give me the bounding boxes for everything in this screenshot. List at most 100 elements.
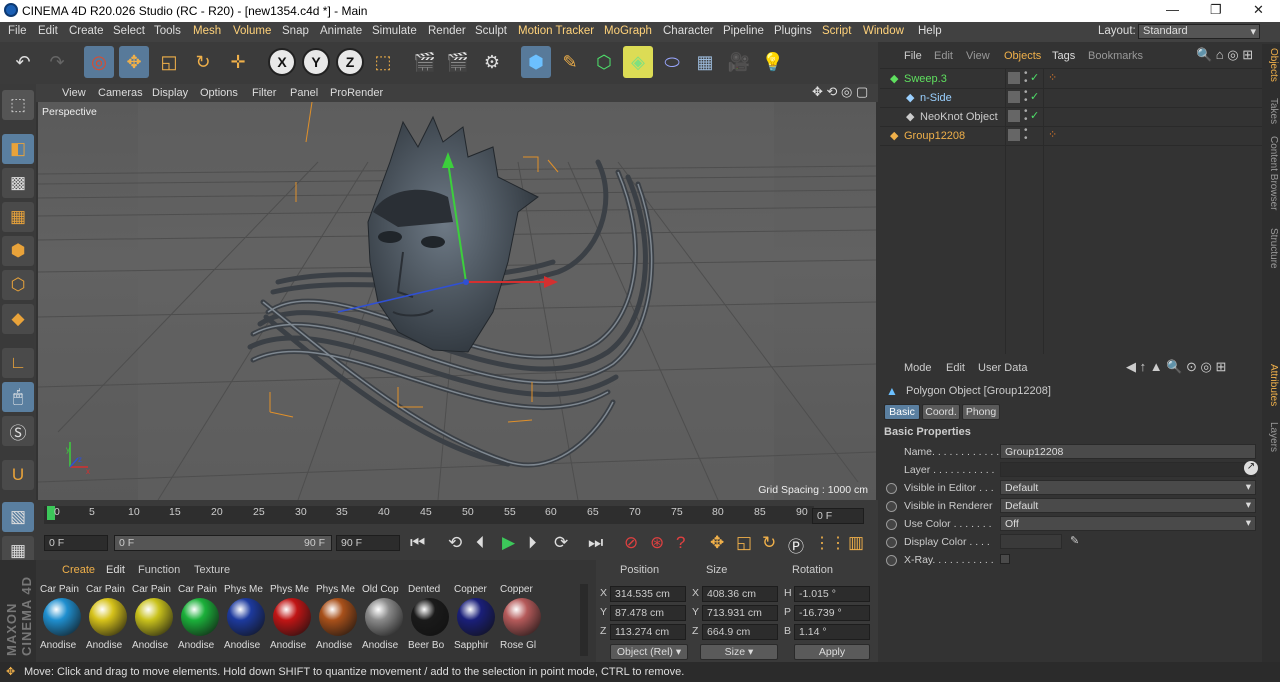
material-swatch[interactable]: Car Pain Anodise — [132, 584, 176, 658]
redo-button[interactable]: ↷ — [42, 46, 72, 78]
menu-mesh[interactable]: Mesh — [193, 25, 221, 37]
previous-frame-icon[interactable]: ⏴ — [476, 533, 485, 553]
vp-menu-display[interactable]: Display — [152, 87, 188, 99]
coordinate-system-icon[interactable]: ⬚ — [368, 46, 398, 78]
material-swatch[interactable]: Copper Sapphir — [454, 584, 498, 658]
side-tab-content-browser[interactable]: Content Browser — [1263, 136, 1279, 210]
key-parameter-icon[interactable]: Ⓟ — [788, 533, 804, 557]
vp-menu-options[interactable]: Options — [200, 87, 238, 99]
animation-dot-icon[interactable] — [886, 483, 897, 494]
menu-file[interactable]: File — [8, 25, 27, 37]
render-settings-icon[interactable]: ⚙ — [477, 46, 507, 78]
play-icon[interactable]: ▶ — [502, 533, 515, 553]
tab-phong[interactable]: Phong — [962, 404, 1000, 420]
visibility-dots-icon[interactable]: • • — [1024, 88, 1028, 106]
layer-icon[interactable] — [1008, 91, 1020, 103]
key-rotation-icon[interactable]: ↻ — [762, 533, 776, 553]
workplane-mode-icon[interactable]: ▦ — [2, 202, 34, 232]
rotate-tool-icon[interactable]: ↻ — [188, 46, 218, 78]
mat-menu-texture[interactable]: Texture — [194, 564, 230, 576]
x-axis-lock-button[interactable]: X — [268, 48, 296, 76]
floor-object-icon[interactable]: ▦ — [690, 46, 720, 78]
attr-menu-edit[interactable]: Edit — [946, 362, 965, 374]
side-tab-objects[interactable]: Objects — [1263, 48, 1279, 82]
apply-button[interactable]: Apply — [794, 644, 870, 660]
workplane-lock-icon[interactable]: ▧ — [2, 502, 34, 532]
side-tab-layers[interactable]: Layers — [1263, 422, 1279, 452]
layer-picker-icon[interactable]: ↗ — [1244, 461, 1258, 475]
recent-tools-icon[interactable]: ✛ — [223, 46, 253, 78]
menu-simulate[interactable]: Simulate — [372, 25, 417, 37]
layer-icon[interactable] — [1008, 110, 1020, 122]
next-key-icon[interactable]: ⟳ — [554, 533, 568, 553]
animation-dot-icon[interactable] — [886, 501, 897, 512]
animation-dot-icon[interactable] — [886, 519, 897, 530]
coordinate-mode-select[interactable]: Object (Rel) ▾ — [610, 644, 688, 660]
coord-value-field[interactable]: 113.274 cm — [610, 624, 686, 640]
material-swatch[interactable]: Phys Me Anodise — [270, 584, 314, 658]
obj-toolbar-icons[interactable]: 🔍 ⌂ ◎ ⊞ — [1196, 47, 1253, 63]
texture-mode-icon[interactable]: ▩ — [2, 168, 34, 198]
menu-mograph[interactable]: MoGraph — [604, 25, 652, 37]
mat-menu-create[interactable]: Create — [62, 564, 95, 576]
material-swatch[interactable]: Dented Beer Bo — [408, 584, 452, 658]
obj-menu-file[interactable]: File — [904, 50, 922, 62]
coord-value-field[interactable]: 408.36 cm — [702, 586, 778, 602]
viewport-nav-icons[interactable]: ✥ ⟲ ◎ ▢ — [812, 84, 868, 100]
attribute-value-field[interactable]: Off ▾ — [1000, 516, 1256, 531]
next-frame-icon[interactable]: ⏵ — [528, 533, 537, 553]
timeline[interactable]: 0 5 10 15 20 25 30 35 40 45 50 55 60 65 … — [36, 500, 878, 530]
material-swatch[interactable]: Phys Me Anodise — [224, 584, 268, 658]
menu-pipeline[interactable]: Pipeline — [723, 25, 764, 37]
mat-menu-edit[interactable]: Edit — [106, 564, 125, 576]
key-scale-icon[interactable]: ◱ — [736, 533, 752, 553]
obj-menu-bookmarks[interactable]: Bookmarks — [1088, 50, 1143, 62]
animation-dot-icon[interactable] — [886, 537, 897, 548]
cube-object-icon[interactable]: ⬢ — [521, 46, 551, 78]
array-icon[interactable]: ◈ — [623, 46, 653, 78]
xray-checkbox[interactable] — [1000, 554, 1010, 564]
vp-menu-filter[interactable]: Filter — [252, 87, 276, 99]
material-swatch[interactable]: Old Cop Anodise — [362, 584, 406, 658]
key-pla-icon[interactable]: ⋮⋮ — [814, 533, 846, 553]
coord-value-field[interactable]: -16.739 ° — [794, 605, 870, 621]
attribute-value-field[interactable]: Group12208 — [1000, 444, 1256, 459]
material-scrollbar[interactable] — [580, 584, 588, 656]
undo-button[interactable]: ↶ — [8, 46, 38, 78]
go-to-end-icon[interactable]: ⏭ — [588, 533, 603, 553]
menu-volume[interactable]: Volume — [233, 25, 271, 37]
menu-snap[interactable]: Snap — [282, 25, 309, 37]
live-selection-icon[interactable]: ◎ — [84, 46, 114, 78]
render-view-icon[interactable]: 🎬 — [410, 46, 440, 78]
obj-menu-edit[interactable]: Edit — [934, 50, 953, 62]
model-mode-icon[interactable]: ◧ — [2, 134, 34, 164]
attr-menu-user-data[interactable]: User Data — [978, 362, 1028, 374]
tag-icon[interactable]: ⁘ — [1048, 128, 1057, 141]
snap-icon[interactable]: Ⓢ — [2, 416, 34, 446]
material-swatch[interactable]: Car Pain Anodise — [178, 584, 222, 658]
tag-icon[interactable]: ⁘ — [1048, 71, 1057, 84]
attr-nav-icons[interactable]: ◀ ↑ ▲ 🔍 ⊙ ◎ ⊞ — [1126, 359, 1226, 375]
autokey-icon[interactable]: ⊛ — [650, 533, 664, 553]
previous-key-icon[interactable]: ⟲ — [448, 533, 462, 553]
eyedropper-icon[interactable]: ✎ — [1070, 534, 1079, 547]
menu-plugins[interactable]: Plugins — [774, 25, 812, 37]
menu-motion-tracker[interactable]: Motion Tracker — [518, 25, 594, 37]
key-position-icon[interactable]: ✥ — [710, 533, 724, 553]
menu-window[interactable]: Window — [863, 25, 904, 37]
tweak-mode-icon[interactable]: 🖱 — [2, 382, 34, 412]
close-button[interactable]: ✕ — [1253, 2, 1264, 18]
coord-value-field[interactable]: 664.9 cm — [702, 624, 778, 640]
minimize-button[interactable]: — — [1166, 2, 1179, 17]
side-tab-attributes[interactable]: Attributes — [1263, 364, 1279, 406]
polygons-mode-icon[interactable]: ◆ — [2, 304, 34, 334]
make-editable-icon[interactable]: ⬚ — [2, 90, 34, 120]
go-to-start-icon[interactable]: ⏮ — [410, 533, 425, 553]
attribute-value-field[interactable]: Default ▾ — [1000, 480, 1256, 495]
menu-character[interactable]: Character — [663, 25, 714, 37]
coord-value-field[interactable]: 87.478 cm — [610, 605, 686, 621]
material-swatch[interactable]: Copper Rose Gl — [500, 584, 544, 658]
object-row[interactable]: ◆ NeoKnot Object • • ✓ — [880, 107, 1262, 127]
tab-basic[interactable]: Basic — [884, 404, 920, 420]
light-object-icon[interactable]: 💡 — [758, 46, 788, 78]
